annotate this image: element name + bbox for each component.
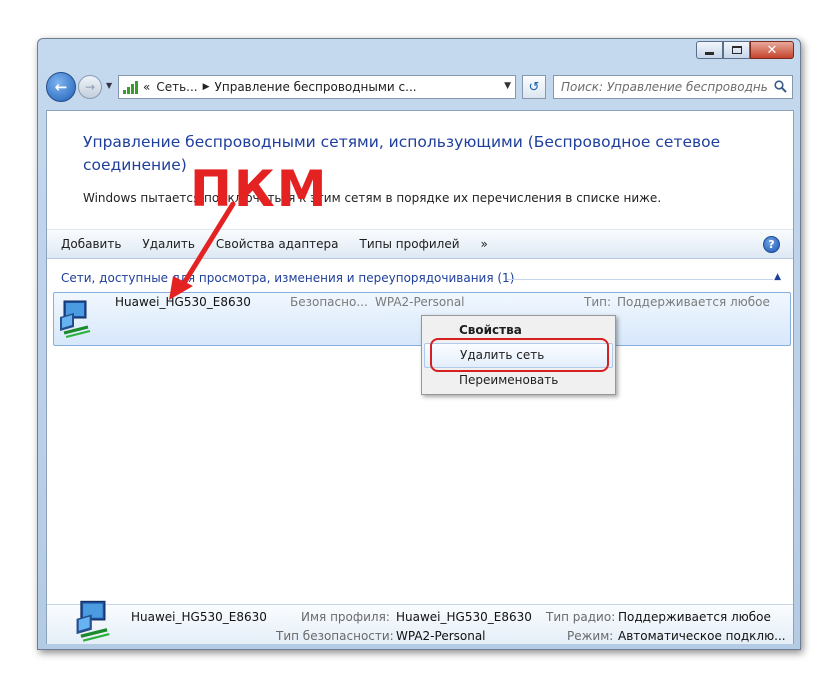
- profile-name-value: Huawei_HG530_E8630: [396, 610, 532, 624]
- forward-button[interactable]: →: [78, 75, 102, 99]
- breadcrumb-network[interactable]: Сеть...: [156, 80, 197, 94]
- profile-name-label: Имя профиля:: [301, 610, 390, 624]
- wireless-network-icon: [60, 300, 91, 338]
- breadcrumb-separator-icon[interactable]: ▶: [203, 82, 210, 92]
- caption-buttons: ✕: [696, 41, 794, 59]
- breadcrumb-overflow[interactable]: «: [143, 80, 150, 94]
- radio-type-label: Тип радио:: [546, 610, 616, 624]
- group-header: Сети, доступные для просмотра, изменения…: [61, 271, 515, 285]
- command-toolbar: Добавить Удалить Свойства адаптера Типы …: [47, 229, 793, 259]
- content-pane: Управление беспроводными сетями, использ…: [46, 110, 794, 644]
- search-icon[interactable]: [774, 80, 787, 93]
- maximize-button[interactable]: [723, 41, 750, 59]
- help-icon[interactable]: ?: [763, 236, 780, 253]
- address-dropdown-icon[interactable]: ▼: [504, 81, 511, 91]
- radio-type-value: Поддерживается любое: [618, 610, 771, 624]
- close-icon: ✕: [766, 42, 778, 58]
- details-network-name: Huawei_HG530_E8630: [131, 610, 267, 624]
- close-button[interactable]: ✕: [750, 41, 794, 59]
- arrow-left-icon: ←: [54, 78, 68, 96]
- breadcrumb-wireless[interactable]: Управление беспроводными с...: [215, 80, 417, 94]
- navigation-bar: ← → ▼ « Сеть... ▶ Управление беспроводны…: [46, 72, 793, 102]
- type-value: Поддерживается любое: [617, 295, 770, 309]
- refresh-button[interactable]: ↺: [522, 75, 546, 99]
- group-divider: [507, 279, 773, 280]
- type-label: Тип:: [584, 295, 612, 309]
- arrow-right-icon: →: [84, 80, 96, 94]
- minimize-button[interactable]: [696, 41, 723, 59]
- back-button[interactable]: ←: [46, 72, 76, 102]
- page-title: Управление беспроводными сетями, использ…: [83, 133, 721, 174]
- toolbar-overflow-button[interactable]: »: [481, 237, 488, 251]
- recent-pages-dropdown[interactable]: ▼: [106, 81, 116, 91]
- control-panel-window: ✕ ← → ▼ « Сеть... ▶ Управление беспровод…: [37, 38, 801, 650]
- details-pane: Huawei_HG530_E8630 Имя профиля: Huawei_H…: [47, 600, 793, 644]
- maximize-icon: [731, 46, 742, 54]
- search-input[interactable]: Поиск: Управление беспроводными ...: [561, 80, 767, 94]
- search-box[interactable]: Поиск: Управление беспроводными ...: [553, 75, 793, 99]
- highlight-frame: [430, 338, 609, 372]
- profile-types-button[interactable]: Типы профилей: [360, 237, 460, 251]
- annotation-arrow-icon: [169, 201, 236, 300]
- address-bar[interactable]: « Сеть... ▶ Управление беспроводными с..…: [118, 75, 516, 99]
- security-type-value: WPA2-Personal: [396, 629, 486, 643]
- mode-label: Режим:: [567, 629, 614, 643]
- wireless-signal-icon: [123, 80, 139, 94]
- add-button[interactable]: Добавить: [61, 237, 121, 251]
- collapse-icon[interactable]: ▲: [774, 272, 781, 282]
- security-value: WPA2-Personal: [375, 295, 465, 309]
- security-type-label: Тип безопасности:: [276, 629, 394, 643]
- security-label: Безопасно...: [290, 295, 368, 309]
- mode-value: Автоматическое подклю...: [618, 629, 786, 643]
- wireless-network-icon: [76, 600, 110, 642]
- refresh-icon: ↺: [528, 79, 540, 95]
- help-glyph: ?: [768, 238, 775, 251]
- minimize-icon: [705, 51, 714, 55]
